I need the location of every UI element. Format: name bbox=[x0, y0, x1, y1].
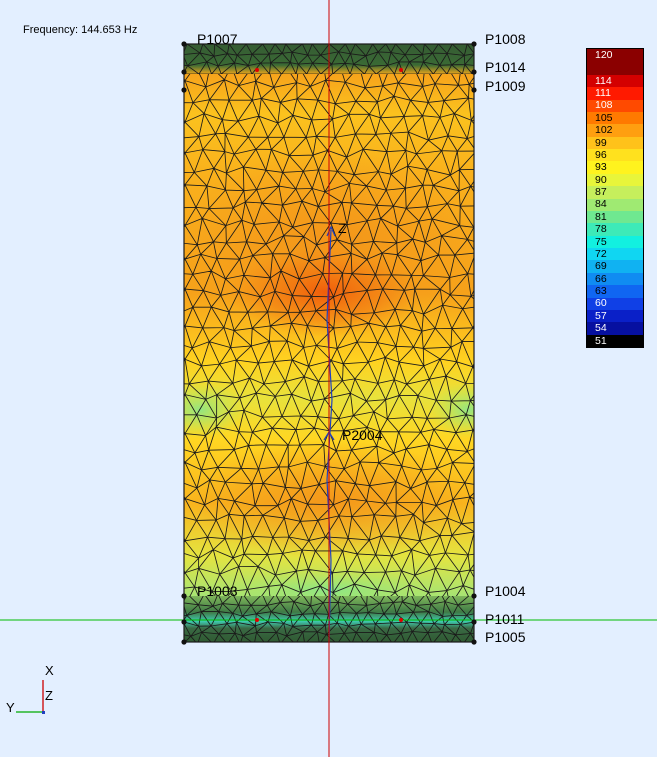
legend-entry-label: 72 bbox=[595, 248, 607, 260]
marker-bottom-right bbox=[399, 618, 403, 622]
legend-entry: 93 bbox=[587, 161, 643, 174]
legend-entry-label: 105 bbox=[595, 111, 613, 124]
legend-entry-label: 102 bbox=[595, 124, 613, 137]
contour-cool-left bbox=[184, 382, 245, 438]
legend-entry-label: 120 bbox=[595, 49, 613, 61]
legend-entry-label: 51 bbox=[595, 334, 607, 347]
legend-entry: 60 bbox=[587, 297, 643, 310]
legend-entry-label: 69 bbox=[595, 260, 607, 273]
3d-viewport[interactable]: Frequency: 144.653 Hz P1007 P1008 P1014 … bbox=[0, 0, 657, 757]
point-label-z[interactable]: Z bbox=[338, 221, 347, 235]
point-label-p1008[interactable]: P1008 bbox=[485, 32, 525, 46]
legend-entry: 108 bbox=[587, 99, 643, 112]
legend-entry: 99 bbox=[587, 136, 643, 149]
legend-entry-label: 54 bbox=[595, 322, 607, 335]
legend-entry: 120 bbox=[587, 49, 643, 75]
legend-entry: 57 bbox=[587, 309, 643, 323]
legend-entry-label: 66 bbox=[595, 272, 607, 285]
legend-entry: 63 bbox=[587, 285, 643, 298]
legend-entry: 84 bbox=[587, 198, 643, 211]
legend-entry-label: 87 bbox=[595, 186, 607, 199]
legend-entry-label: 90 bbox=[595, 173, 607, 186]
legend-entry: 72 bbox=[587, 248, 643, 261]
legend-entry-label: 108 bbox=[595, 99, 613, 112]
point-label-p1011[interactable]: P1011 bbox=[485, 612, 524, 626]
legend-entry: 54 bbox=[587, 322, 643, 335]
point-label-p1004[interactable]: P1004 bbox=[485, 584, 525, 598]
legend-entry: 66 bbox=[587, 272, 643, 286]
legend-entry-label: 111 bbox=[595, 87, 611, 100]
point-label-p2004[interactable]: P2004 bbox=[342, 428, 382, 442]
legend-entry: 78 bbox=[587, 223, 643, 236]
legend-entry-label: 60 bbox=[595, 297, 607, 310]
legend-entry: 87 bbox=[587, 186, 643, 199]
legend-entry: 51 bbox=[587, 334, 643, 347]
triad-z-label: Z bbox=[45, 688, 53, 703]
legend-entry: 75 bbox=[587, 235, 643, 248]
frequency-readout: Frequency: 144.653 Hz bbox=[23, 24, 137, 36]
legend-entry-label: 75 bbox=[595, 235, 607, 248]
legend-entry-label: 78 bbox=[595, 223, 607, 236]
legend-entry-label: 99 bbox=[595, 136, 607, 149]
point-label-p1005[interactable]: P1005 bbox=[485, 630, 525, 644]
legend-entry-label: 93 bbox=[595, 161, 607, 174]
triad-z-axis bbox=[42, 711, 45, 714]
triad-y-label: Y bbox=[6, 700, 15, 715]
point-label-p1003[interactable]: P1003 bbox=[197, 584, 237, 598]
marker-top-left bbox=[255, 68, 259, 72]
legend-entry-label: 63 bbox=[595, 285, 607, 298]
legend-entry: 111 bbox=[587, 87, 643, 100]
legend-entry: 69 bbox=[587, 260, 643, 273]
triad-x-label: X bbox=[45, 663, 54, 678]
point-label-p1007[interactable]: P1007 bbox=[197, 32, 237, 46]
legend-entry-label: 57 bbox=[595, 309, 607, 322]
frequency-label: Frequency: 144.653 Hz bbox=[23, 24, 138, 36]
marker-bottom-left bbox=[255, 618, 259, 622]
legend-entry: 102 bbox=[587, 124, 643, 137]
marker-top-right bbox=[399, 68, 403, 72]
mesh-scene[interactable] bbox=[0, 0, 657, 757]
legend-entry: 114 bbox=[587, 74, 643, 88]
legend-entry-label: 84 bbox=[595, 198, 607, 211]
legend-entry-label: 114 bbox=[595, 74, 612, 87]
color-legend: 120 114 111 108 105 102 99 96 93 90 87 84 81 78 75 72 69… bbox=[586, 48, 644, 348]
legend-entry-label: 81 bbox=[595, 210, 607, 223]
legend-entry: 96 bbox=[587, 149, 643, 162]
legend-entry-label: 96 bbox=[595, 149, 607, 161]
point-label-p1009[interactable]: P1009 bbox=[485, 79, 525, 93]
legend-entry: 81 bbox=[587, 210, 643, 224]
legend-entry: 90 bbox=[587, 173, 643, 187]
legend-entry: 105 bbox=[587, 111, 643, 125]
point-label-p1014[interactable]: P1014 bbox=[485, 60, 525, 74]
